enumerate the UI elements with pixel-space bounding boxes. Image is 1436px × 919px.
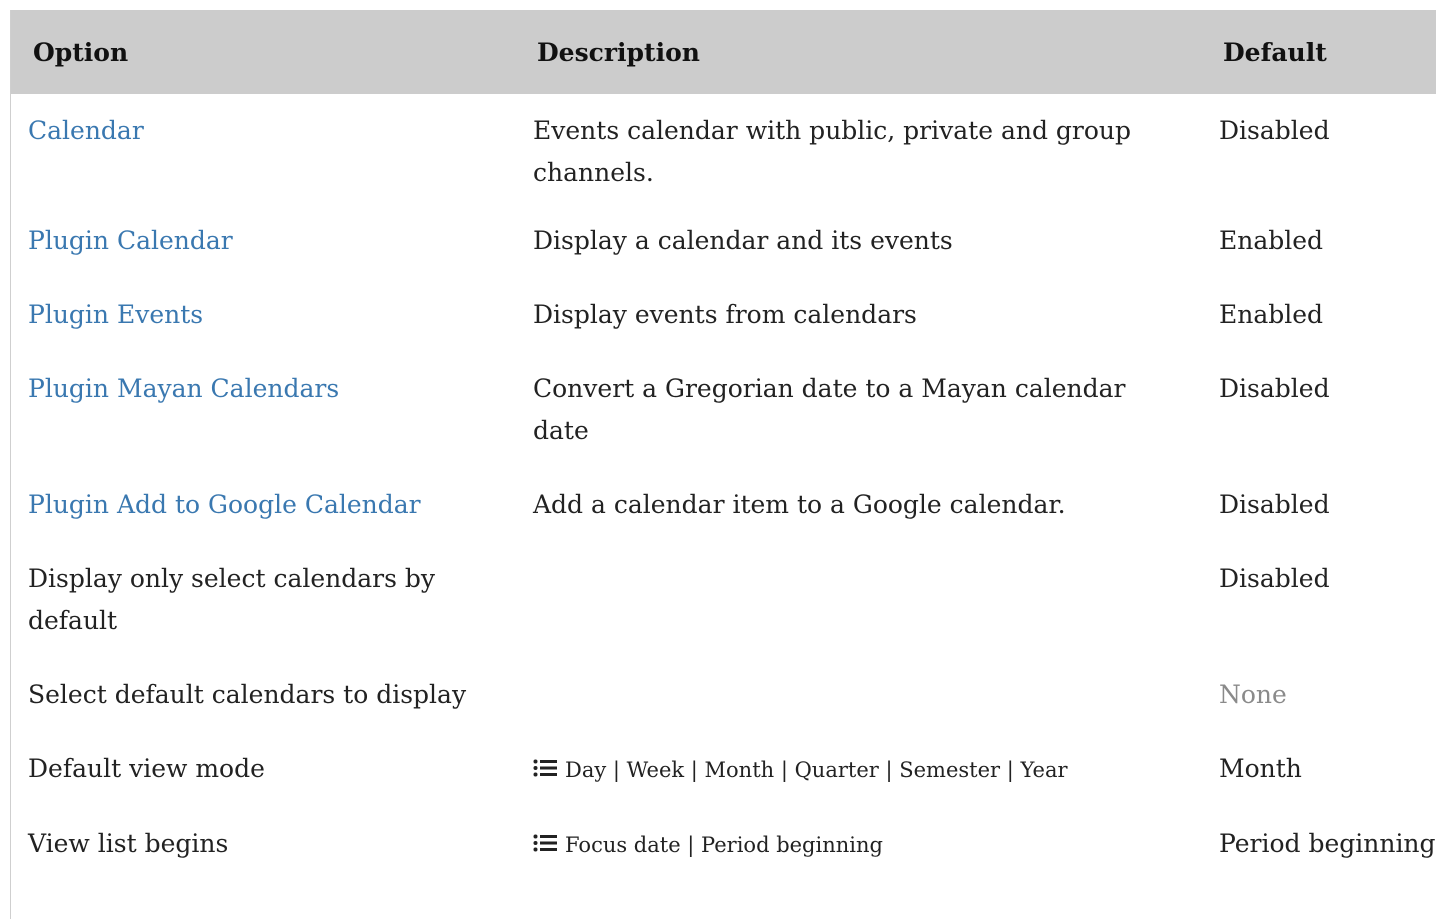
option-link-plugin-events[interactable]: Plugin Events — [28, 300, 203, 329]
table-row: Plugin Events Display events from calend… — [11, 278, 1436, 352]
default-cell: None — [1219, 680, 1287, 709]
description-cell: Convert a Gregorian date to a Mayan cale… — [533, 374, 1126, 445]
view-mode-options: Day | Week | Month | Quarter | Semester … — [565, 758, 1068, 782]
description-cell — [517, 542, 1203, 658]
description-cell: Day | Week | Month | Quarter | Semester … — [517, 732, 1203, 807]
option-link-plugin-add-to-google-calendar[interactable]: Plugin Add to Google Calendar — [28, 490, 421, 519]
description-cell: Events calendar with public, private and… — [533, 116, 1132, 187]
description-cell: Focus date | Period beginning — [517, 807, 1203, 882]
preferences-table: Option Description Default Calendar Even… — [11, 10, 1436, 882]
description-cell — [517, 658, 1203, 732]
default-cell: Month — [1219, 754, 1302, 783]
table-row: Default view mode Day | Week | Month | Q… — [11, 732, 1436, 807]
table-row: Plugin Add to Google Calendar Add a cale… — [11, 468, 1436, 542]
default-cell: Disabled — [1219, 564, 1330, 593]
list-icon — [533, 759, 557, 777]
option-link-plugin-calendar[interactable]: Plugin Calendar — [28, 226, 233, 255]
option-cell: Default view mode — [28, 754, 265, 783]
preferences-table-container: Option Description Default Calendar Even… — [10, 10, 1436, 919]
list-icon — [533, 834, 557, 852]
option-cell: Calendar — [11, 94, 517, 204]
default-cell: Disabled — [1219, 374, 1330, 403]
option-cell: Plugin Add to Google Calendar — [11, 468, 517, 542]
option-cell: Plugin Calendar — [11, 204, 517, 278]
option-link-calendar[interactable]: Calendar — [28, 116, 144, 145]
header-description: Description — [537, 37, 700, 67]
header-option: Option — [33, 37, 129, 67]
view-list-options: Focus date | Period beginning — [565, 833, 883, 857]
table-row: View list begins Focus date | Period beg… — [11, 807, 1436, 882]
table-row: Select default calendars to display None — [11, 658, 1436, 732]
default-cell: Disabled — [1219, 116, 1330, 145]
description-cell: Display events from calendars — [533, 300, 917, 329]
default-cell: Disabled — [1219, 490, 1330, 519]
default-cell: Period beginning — [1219, 829, 1436, 858]
option-cell: View list begins — [28, 829, 229, 858]
option-cell: Plugin Events — [11, 278, 517, 352]
table-header-row: Option Description Default — [11, 10, 1436, 94]
option-cell: Plugin Mayan Calendars — [11, 352, 517, 468]
option-cell: Select default calendars to display — [28, 680, 467, 709]
default-cell: Enabled — [1219, 226, 1324, 255]
header-default: Default — [1223, 37, 1327, 67]
table-row: Plugin Mayan Calendars Convert a Gregori… — [11, 352, 1436, 468]
description-cell: Display a calendar and its events — [533, 226, 953, 255]
default-cell: Enabled — [1219, 300, 1324, 329]
option-link-plugin-mayan-calendars[interactable]: Plugin Mayan Calendars — [28, 374, 339, 403]
description-cell: Add a calendar item to a Google calendar… — [533, 490, 1066, 519]
option-cell: Display only select calendars by default — [28, 564, 436, 635]
table-row: Plugin Calendar Display a calendar and i… — [11, 204, 1436, 278]
table-row: Calendar Events calendar with public, pr… — [11, 94, 1436, 204]
table-row: Display only select calendars by default… — [11, 542, 1436, 658]
